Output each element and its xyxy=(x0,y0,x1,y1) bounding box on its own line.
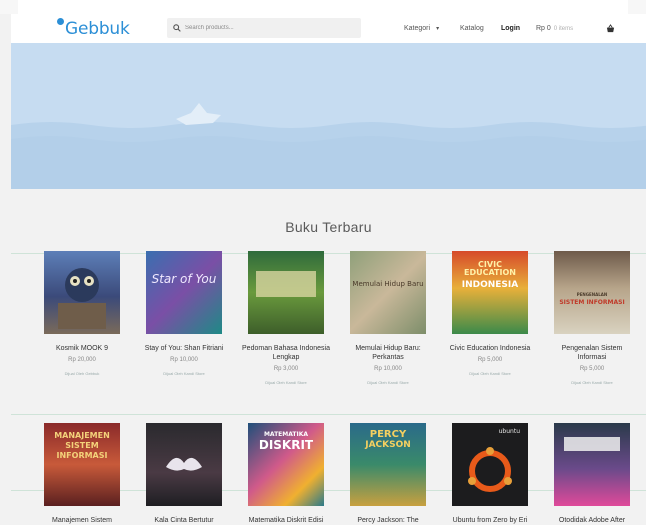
nav-kategori-label: Kategori xyxy=(404,25,431,32)
product-seller[interactable]: Dijual Oleh Gebbuk xyxy=(31,371,133,376)
row-divider xyxy=(11,414,646,415)
product-title[interactable]: Civic Education Indonesia xyxy=(439,344,541,353)
product-card[interactable]: Memulai Hidup Baru Memulai Hidup Baru: P… xyxy=(337,251,439,385)
cart-link[interactable]: Rp 0 0 items xyxy=(536,14,573,43)
product-price: Rp 20,000 xyxy=(68,357,96,363)
cover-dove-illustration xyxy=(166,457,202,471)
top-strip-bar xyxy=(18,0,628,14)
product-card[interactable]: Otodidak Adobe After xyxy=(541,423,643,525)
book-cover[interactable] xyxy=(44,251,120,334)
product-price: Rp 3,000 xyxy=(273,366,299,372)
nav-login[interactable]: Login xyxy=(501,14,520,43)
cover-title-text: CIVIC EDUCATION xyxy=(464,260,516,277)
product-price: Rp 10,000 xyxy=(374,366,402,372)
search-box[interactable] xyxy=(167,18,361,38)
site-header: Gebbuk Kategori ▾ Katalog Login Rp 0 0 i… xyxy=(11,14,646,43)
site-logo[interactable]: Gebbuk xyxy=(57,18,130,40)
nav-katalog[interactable]: Katalog xyxy=(460,14,484,43)
product-seller[interactable]: Dijual Oleh Kandi Store xyxy=(133,371,235,376)
ubuntu-logo-illustration xyxy=(468,447,512,492)
hero-banner xyxy=(11,43,646,189)
product-card[interactable]: PENGENALAN SISTEM INFORMASI Pengenalan S… xyxy=(541,251,643,385)
product-title[interactable]: Ubuntu from Zero by Eri xyxy=(439,516,541,525)
product-price: Rp 5,000 xyxy=(579,366,605,372)
cover-title-text: MANAJEMEN SISTEM INFORMASI xyxy=(54,431,110,460)
chevron-down-icon: ▾ xyxy=(436,26,440,32)
product-title[interactable]: Stay of You: Shan Fitriani xyxy=(133,344,235,353)
cover-pretitle-text: PERCY xyxy=(369,429,407,440)
book-cover[interactable] xyxy=(554,423,630,506)
product-title[interactable]: Matematika Diskrit Edisi xyxy=(235,516,337,525)
search-input[interactable] xyxy=(185,25,355,31)
product-card[interactable]: Kala Cinta Bertutur xyxy=(133,423,235,525)
product-title[interactable]: Otodidak Adobe After xyxy=(541,516,643,525)
product-seller[interactable]: Dijual Oleh Kandi Store xyxy=(337,380,439,385)
hero-waves-illustration xyxy=(11,43,646,189)
book-cover[interactable]: Memulai Hidup Baru xyxy=(350,251,426,334)
section-title: Buku Terbaru xyxy=(285,219,372,235)
product-title[interactable]: Kala Cinta Bertutur xyxy=(133,516,235,525)
nav-kategori[interactable]: Kategori ▾ xyxy=(404,14,439,43)
cover-title-text: SISTEM INFORMASI xyxy=(559,299,625,306)
book-cover[interactable]: MATEMATIKA DISKRIT xyxy=(248,423,324,506)
product-card[interactable]: MANAJEMEN SISTEM INFORMASI Manajemen Sis… xyxy=(31,423,133,525)
product-title[interactable]: Memulai Hidup Baru: Perkantas xyxy=(337,344,439,362)
logo-text: Gebbuk xyxy=(65,19,130,39)
cover-art-creature xyxy=(58,268,106,329)
product-title[interactable]: Pengenalan Sistem Informasi xyxy=(541,344,643,362)
basket-icon[interactable] xyxy=(606,14,615,43)
cover-pretitle-text: PENGENALAN xyxy=(576,292,608,297)
product-price: Rp 10,000 xyxy=(170,357,198,363)
book-cover[interactable]: ubuntu xyxy=(452,423,528,506)
cart-items-count: 0 items xyxy=(553,25,574,32)
book-cover[interactable]: MANAJEMEN SISTEM INFORMASI xyxy=(44,423,120,506)
product-card[interactable]: CIVIC EDUCATION INDONESIA Civic Educatio… xyxy=(439,251,541,385)
product-seller[interactable]: Dijual Oleh Kandi Store xyxy=(541,380,643,385)
book-cover[interactable]: Star of You xyxy=(146,251,222,334)
product-card[interactable]: Star of You Stay of You: Shan Fitriani R… xyxy=(133,251,235,385)
search-icon xyxy=(173,24,181,32)
book-cover[interactable]: CIVIC EDUCATION INDONESIA xyxy=(452,251,528,334)
product-card[interactable]: ubuntu Ubuntu from Zero by Eri xyxy=(439,423,541,525)
book-cover[interactable] xyxy=(248,251,324,334)
cover-title-text: ubuntu xyxy=(498,428,520,435)
product-price: Rp 5,000 xyxy=(477,357,503,363)
product-grid-row1: Kosmik MOOK 9 Rp 20,000 Dijual Oleh Gebb… xyxy=(31,251,641,385)
product-card[interactable]: PERCY JACKSON Percy Jackson: The xyxy=(337,423,439,525)
product-title[interactable]: Pedoman Bahasa Indonesia Lengkap xyxy=(235,344,337,362)
product-title[interactable]: Kosmik MOOK 9 xyxy=(31,344,133,353)
product-card[interactable]: MATEMATIKA DISKRIT Matematika Diskrit Ed… xyxy=(235,423,337,525)
product-title[interactable]: Percy Jackson: The xyxy=(337,516,439,525)
logo-dot xyxy=(57,18,64,25)
cover-label-block xyxy=(256,271,316,297)
cover-subtitle-text: INDONESIA xyxy=(461,280,519,290)
product-card[interactable]: Kosmik MOOK 9 Rp 20,000 Dijual Oleh Gebb… xyxy=(31,251,133,385)
product-seller[interactable]: Dijual Oleh Kandi Store xyxy=(235,380,337,385)
cover-title-text: Star of You xyxy=(151,272,217,286)
cover-title-text: JACKSON xyxy=(365,440,411,450)
product-seller[interactable]: Dijual Oleh Kandi Store xyxy=(439,371,541,376)
top-strip xyxy=(0,0,646,14)
book-cover[interactable]: PENGENALAN SISTEM INFORMASI xyxy=(554,251,630,334)
product-card[interactable]: Pedoman Bahasa Indonesia Lengkap Rp 3,00… xyxy=(235,251,337,385)
cover-title-text: Memulai Hidup Baru xyxy=(352,280,424,288)
book-cover[interactable] xyxy=(146,423,222,506)
book-cover[interactable]: PERCY JACKSON xyxy=(350,423,426,506)
cover-label-block xyxy=(564,437,620,451)
product-grid-row2: MANAJEMEN SISTEM INFORMASI Manajemen Sis… xyxy=(31,423,641,525)
product-title[interactable]: Manajemen Sistem xyxy=(31,516,133,525)
cover-title-text: DISKRIT xyxy=(258,438,314,452)
cart-amount: Rp 0 xyxy=(536,25,551,32)
